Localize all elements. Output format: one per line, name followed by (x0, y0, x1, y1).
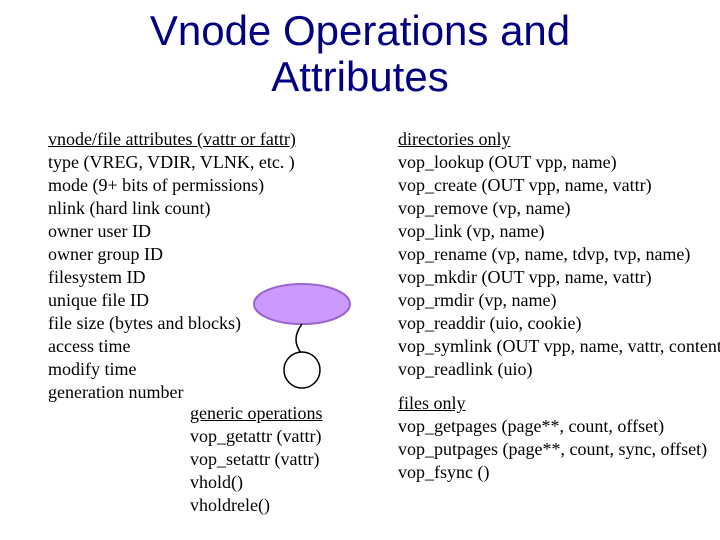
generic-line: vholdrele() (190, 494, 390, 517)
generic-header: generic operations (190, 402, 390, 425)
attr-line: nlink (hard link count) (48, 197, 348, 220)
attributes-header: vnode/file attributes (vattr or fattr) (48, 128, 348, 151)
attr-line: owner group ID (48, 243, 348, 266)
attr-line: mode (9+ bits of permissions) (48, 174, 348, 197)
title-line-2: Attributes (271, 53, 448, 100)
file-line: vop_putpages (page**, count, sync, offse… (398, 438, 718, 461)
attr-line: access time (48, 335, 348, 358)
files-block: files only vop_getpages (page**, count, … (398, 392, 718, 484)
attr-line: generation number (48, 381, 348, 404)
dir-line: vop_readlink (uio) (398, 358, 718, 381)
title-line-1: Vnode Operations and (150, 7, 570, 54)
dir-line: vop_create (OUT vpp, name, vattr) (398, 174, 718, 197)
file-line: vop_getpages (page**, count, offset) (398, 415, 718, 438)
attr-line: unique file ID (48, 289, 348, 312)
dirs-header: directories only (398, 128, 718, 151)
attr-line: owner user ID (48, 220, 348, 243)
generic-ops-block: generic operations vop_getattr (vattr) v… (190, 402, 390, 517)
dir-line: vop_rmdir (vp, name) (398, 289, 718, 312)
dir-line: vop_link (vp, name) (398, 220, 718, 243)
generic-line: vop_getattr (vattr) (190, 425, 390, 448)
attr-line: file size (bytes and blocks) (48, 312, 348, 335)
slide: Vnode Operations and Attributes vnode/fi… (0, 0, 720, 540)
generic-line: vop_setattr (vattr) (190, 448, 390, 471)
dir-line: vop_readdir (uio, cookie) (398, 312, 718, 335)
slide-title: Vnode Operations and Attributes (0, 8, 720, 100)
attributes-block: vnode/file attributes (vattr or fattr) t… (48, 128, 348, 404)
attr-line: modify time (48, 358, 348, 381)
generic-line: vhold() (190, 471, 390, 494)
file-line: vop_fsync () (398, 461, 718, 484)
dir-line: vop_rename (vp, name, tdvp, tvp, name) (398, 243, 718, 266)
dir-line: vop_symlink (OUT vpp, name, vattr, conte… (398, 335, 718, 358)
directories-block: directories only vop_lookup (OUT vpp, na… (398, 128, 718, 381)
attr-line: filesystem ID (48, 266, 348, 289)
dir-line: vop_mkdir (OUT vpp, name, vattr) (398, 266, 718, 289)
files-header: files only (398, 392, 718, 415)
dir-line: vop_lookup (OUT vpp, name) (398, 151, 718, 174)
attr-line: type (VREG, VDIR, VLNK, etc. ) (48, 151, 348, 174)
dir-line: vop_remove (vp, name) (398, 197, 718, 220)
